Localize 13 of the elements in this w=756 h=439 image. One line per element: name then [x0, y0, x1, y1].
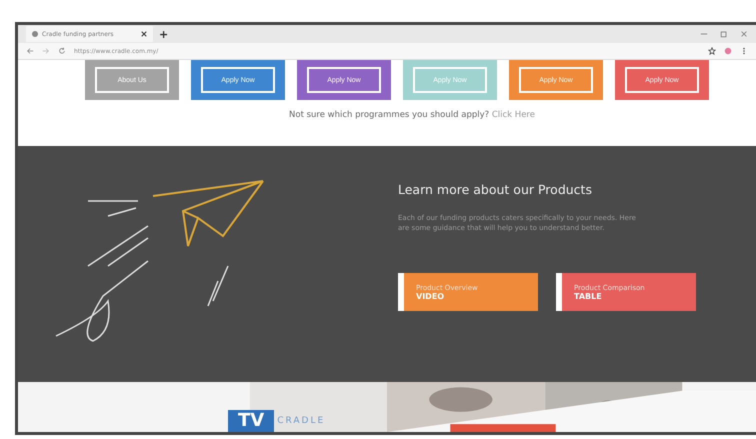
- reload-icon[interactable]: [58, 47, 66, 55]
- logo-mark: TV: [228, 410, 274, 432]
- extension-icon[interactable]: [724, 47, 732, 55]
- click-here-link[interactable]: Click Here: [492, 110, 535, 120]
- favicon-icon: [32, 31, 38, 37]
- new-tab-button[interactable]: +: [159, 28, 168, 40]
- star-icon[interactable]: [708, 47, 716, 55]
- back-icon[interactable]: [26, 47, 34, 55]
- logo-text: CRADLE: [277, 416, 326, 426]
- hint-text: Not sure which programmes you should apply? Click Here: [289, 110, 535, 120]
- restore-icon[interactable]: [720, 30, 728, 38]
- section-title: Learn more about our Products: [398, 182, 593, 197]
- close-icon[interactable]: [141, 31, 147, 37]
